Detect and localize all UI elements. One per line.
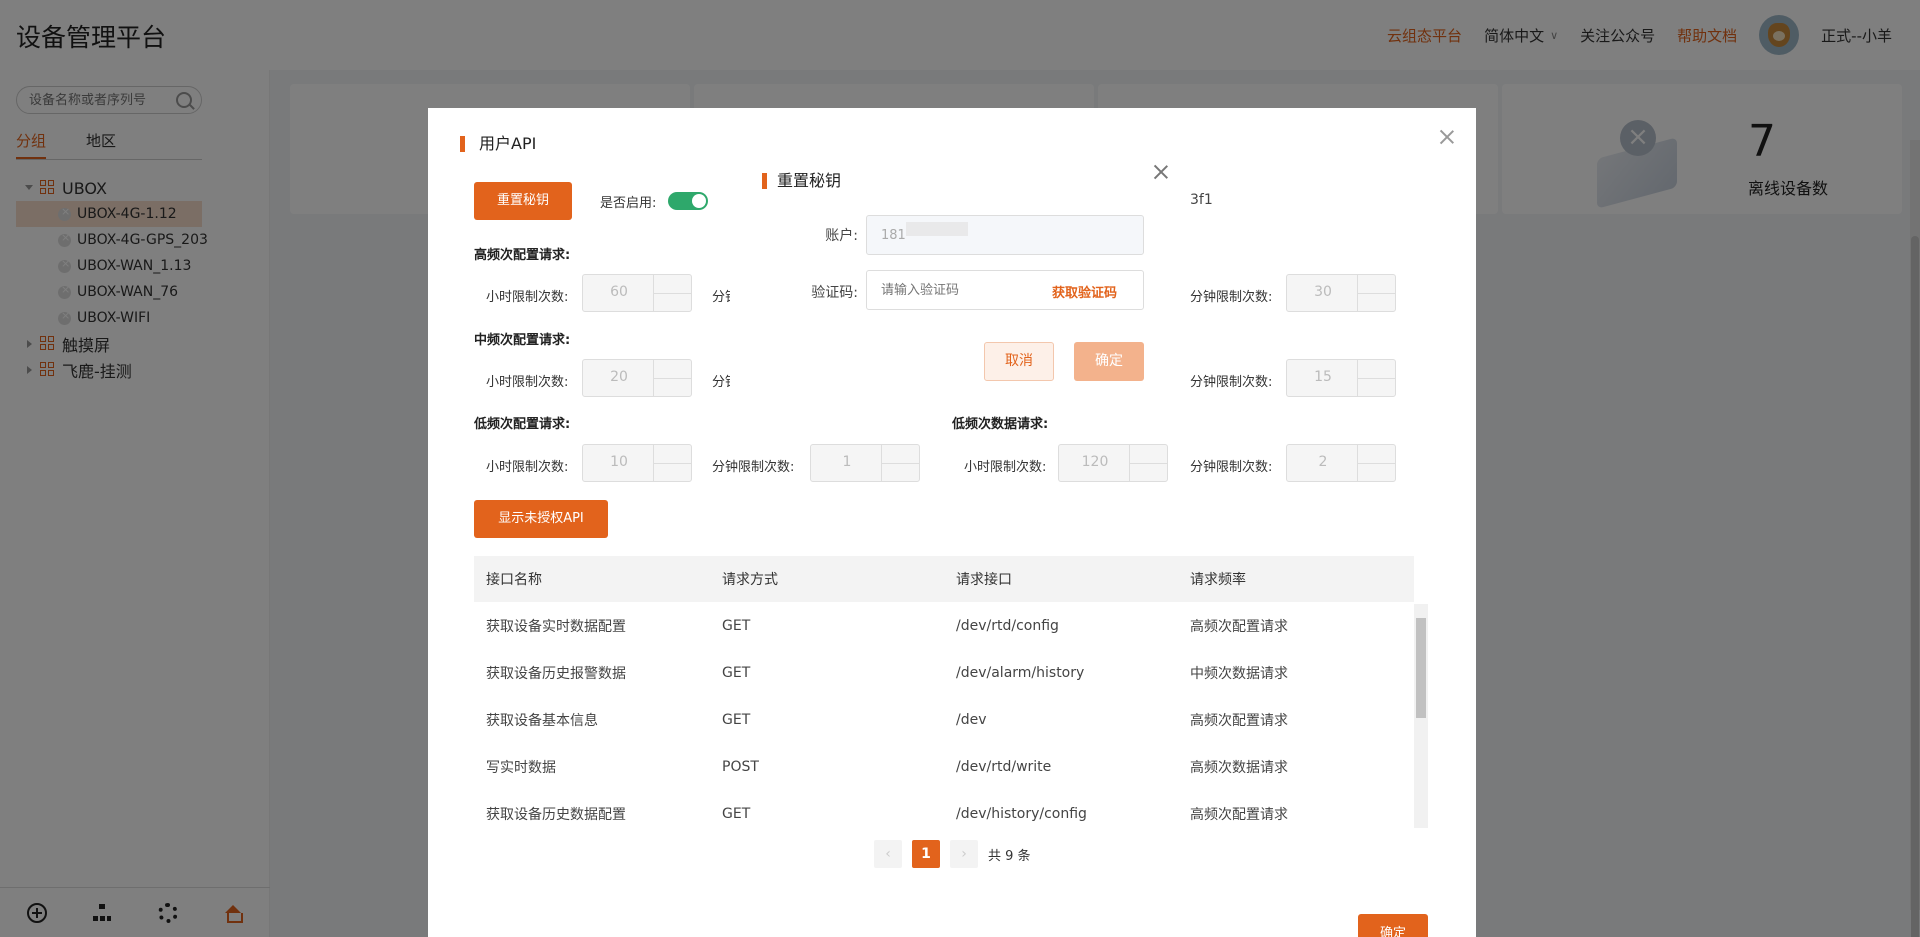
- dialog-title: 用户API: [460, 136, 536, 152]
- cell: 高频次配置请求: [1190, 806, 1288, 823]
- minute-limit-stepper: 15: [1286, 359, 1396, 397]
- minute-limit-label: 分钟限制次数:: [712, 375, 730, 390]
- cell: 高频次数据请求: [1190, 759, 1288, 776]
- cell: 中频次数据请求: [1190, 665, 1288, 682]
- cell: 获取设备历史数据配置: [486, 806, 626, 823]
- minute-limit-stepper: 30: [1286, 274, 1396, 312]
- cell: /dev/history/config: [956, 805, 1087, 822]
- minute-limit-stepper: 1: [810, 444, 920, 482]
- reset-secret-modal: 重置秘钥 账户: 验证码: 获取验证码 取消 确定: [730, 141, 1190, 413]
- next-page-button[interactable]: ›: [950, 840, 978, 868]
- enable-label: 是否启用:: [600, 196, 657, 211]
- table-row[interactable]: 获取设备实时数据配置 GET /dev/rtd/config 高频次配置请求: [474, 602, 1414, 649]
- total-count: 共 9 条: [988, 848, 1031, 864]
- enable-toggle[interactable]: [668, 192, 708, 210]
- cell: GET: [722, 617, 751, 634]
- cell: /dev/rtd/write: [956, 758, 1052, 775]
- cell: /dev: [956, 711, 987, 728]
- minute-limit-label: 分钟限制次数:: [1190, 375, 1273, 390]
- api-table: 接口名称 请求方式 请求接口 请求频率 获取设备实时数据配置 GET /dev/…: [474, 556, 1414, 837]
- show-unauthorized-api-button[interactable]: 显示未授权API: [474, 500, 608, 538]
- hour-limit-stepper: 20: [582, 359, 692, 397]
- hour-limit-stepper: 10: [582, 444, 692, 482]
- hour-limit-label: 小时限制次数:: [486, 460, 569, 475]
- cell: GET: [722, 711, 751, 728]
- close-icon[interactable]: [1440, 130, 1454, 144]
- section-title: 低频次数据请求:: [952, 417, 1049, 432]
- hour-limit-stepper: 60: [582, 274, 692, 312]
- account-label: 账户:: [825, 228, 858, 244]
- hour-limit-label: 小时限制次数:: [486, 290, 569, 305]
- get-code-button[interactable]: 获取验证码: [1052, 282, 1117, 301]
- prev-page-button[interactable]: ‹: [874, 840, 902, 868]
- cell: POST: [722, 758, 759, 775]
- table-scrollbar[interactable]: [1414, 604, 1428, 828]
- cell: /dev/rtd/config: [956, 617, 1059, 634]
- section-title: 高频次配置请求:: [474, 248, 571, 263]
- section-title: 低频次配置请求:: [474, 417, 571, 432]
- cell: 获取设备实时数据配置: [486, 618, 626, 635]
- section-title: 中频次配置请求:: [474, 333, 571, 348]
- api-key-tail: 3f1: [1190, 192, 1213, 208]
- col-header: 请求方式: [722, 572, 778, 588]
- hour-limit-stepper: 120: [1058, 444, 1168, 482]
- col-header: 请求接口: [956, 572, 1012, 588]
- page-1-button[interactable]: 1: [912, 840, 940, 868]
- cell: 获取设备基本信息: [486, 712, 598, 729]
- cell: GET: [722, 805, 751, 822]
- masked-value: [906, 222, 968, 236]
- minute-limit-label: 分钟限制次数:: [712, 460, 795, 475]
- pagination: ‹ 1 › 共 9 条: [874, 840, 1031, 868]
- hour-limit-label: 小时限制次数:: [486, 375, 569, 390]
- cancel-button[interactable]: 取消: [984, 342, 1054, 381]
- reset-secret-button[interactable]: 重置秘钥: [474, 182, 572, 220]
- close-icon[interactable]: [1154, 165, 1168, 179]
- confirm-button[interactable]: 确定: [1074, 342, 1144, 381]
- cell: 写实时数据: [486, 759, 556, 776]
- minute-limit-label: 分钟限制次数:: [1190, 460, 1273, 475]
- modal-title: 重置秘钥: [762, 173, 841, 189]
- cell: GET: [722, 664, 751, 681]
- col-header: 接口名称: [486, 572, 542, 588]
- cell: 获取设备历史报警数据: [486, 665, 626, 682]
- cell: 高频次配置请求: [1190, 618, 1288, 635]
- hour-limit-label: 小时限制次数:: [964, 460, 1047, 475]
- minute-limit-label: 分钟限制次数:: [1190, 290, 1273, 305]
- table-header: 接口名称 请求方式 请求接口 请求频率: [474, 556, 1414, 602]
- cell: /dev/alarm/history: [956, 664, 1085, 681]
- table-row[interactable]: 获取设备历史数据配置 GET /dev/history/config 高频次配置…: [474, 790, 1414, 837]
- minute-limit-label: 分钟限制次数:: [712, 290, 730, 305]
- col-header: 请求频率: [1190, 572, 1246, 588]
- cell: 高频次配置请求: [1190, 712, 1288, 729]
- table-row[interactable]: 获取设备基本信息 GET /dev 高频次配置请求: [474, 696, 1414, 743]
- code-label: 验证码:: [811, 285, 858, 301]
- minute-limit-stepper: 2: [1286, 444, 1396, 482]
- table-row[interactable]: 获取设备历史报警数据 GET /dev/alarm/history 中频次数据请…: [474, 649, 1414, 696]
- table-row[interactable]: 写实时数据 POST /dev/rtd/write 高频次数据请求: [474, 743, 1414, 790]
- dialog-confirm-button[interactable]: 确定: [1358, 914, 1428, 937]
